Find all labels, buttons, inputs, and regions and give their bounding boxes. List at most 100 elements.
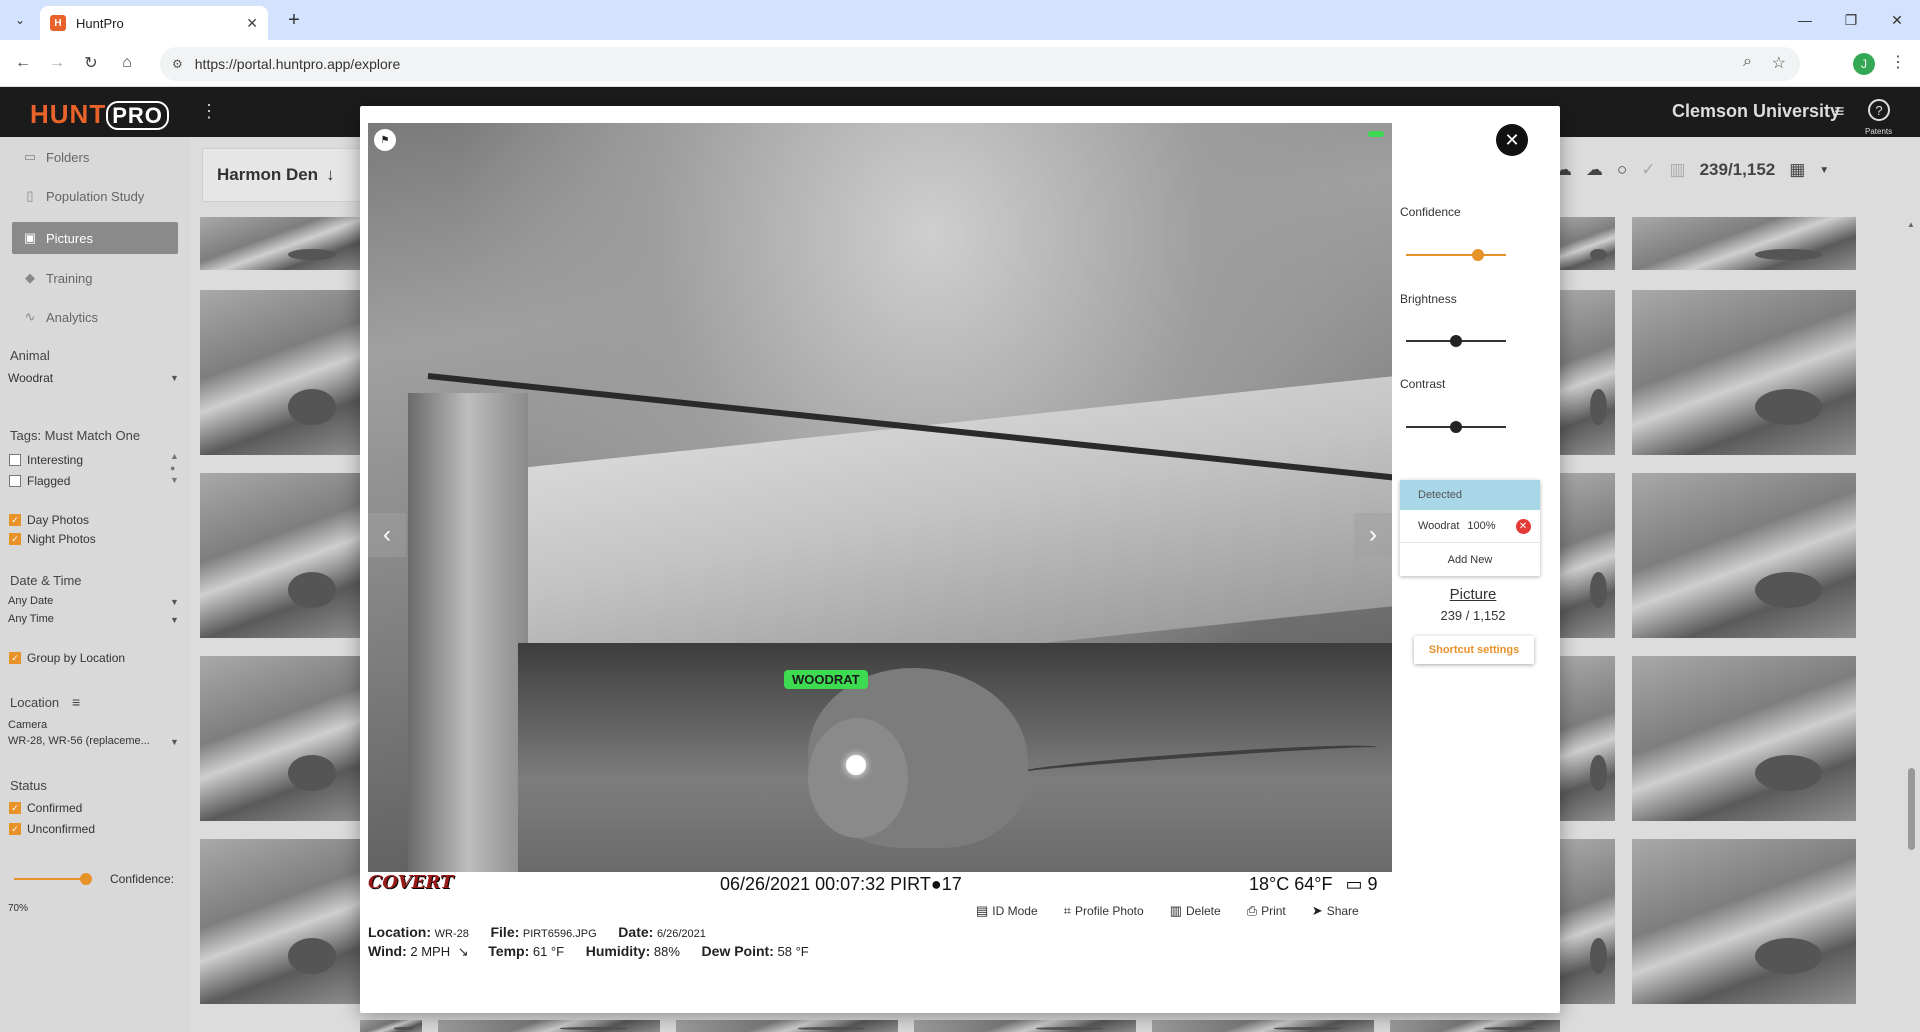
bookmark-star-icon[interactable]: ☆ — [1772, 53, 1786, 73]
organization-name[interactable]: Clemson University — [1672, 101, 1840, 122]
add-new-button[interactable]: Add New — [1400, 543, 1540, 576]
scroll-up-icon[interactable]: ▲ — [1907, 220, 1915, 229]
hamburger-menu-icon[interactable]: ≡ — [1834, 101, 1845, 122]
folder-dropdown[interactable]: Harmon Den ↓ — [202, 148, 362, 202]
photo-thumbnail[interactable] — [200, 839, 360, 1004]
caret-down-icon[interactable]: ▼ — [170, 373, 179, 383]
huntpro-logo[interactable]: HUNT PRO — [30, 99, 169, 130]
caret-down-icon[interactable]: ▼ — [170, 615, 179, 625]
photo-thumbnail[interactable] — [1560, 839, 1615, 1004]
sidebar-item-analytics[interactable]: ∿ Analytics — [12, 301, 178, 333]
delete-button[interactable]: ▥ Delete — [1170, 903, 1221, 919]
camera-select[interactable]: WR-28, WR-56 (replaceme... — [8, 735, 150, 747]
scroll-up-icon[interactable]: ▲ — [170, 451, 179, 461]
photo-thumbnail[interactable] — [1560, 217, 1615, 270]
sidebar-item-population-study[interactable]: ▯ Population Study — [12, 180, 178, 212]
photo-thumbnail[interactable] — [1560, 656, 1615, 821]
gallery-scrollbar[interactable]: ▲ — [1906, 220, 1916, 1030]
confidence-slider-knob[interactable] — [1472, 249, 1484, 261]
sidebar-item-pictures[interactable]: ▣ Pictures — [12, 222, 178, 254]
detected-item[interactable]: Woodrat 100% ✕ — [1400, 510, 1540, 543]
date-select[interactable]: Any Date — [8, 595, 53, 607]
photo-thumbnail[interactable] — [200, 217, 360, 270]
remove-detection-icon[interactable]: ✕ — [1515, 518, 1531, 534]
shortcut-settings-button[interactable]: Shortcut settings — [1414, 636, 1534, 664]
brightness-slider-knob[interactable] — [1450, 335, 1462, 347]
photo-thumbnail[interactable] — [1632, 839, 1856, 1004]
photo-thumbnail[interactable] — [1390, 1020, 1560, 1032]
photo-thumbnail[interactable] — [360, 1020, 422, 1032]
photo-thumbnail[interactable] — [438, 1020, 660, 1032]
photo-thumbnail[interactable] — [200, 290, 360, 455]
photo-thumbnail[interactable] — [200, 656, 360, 821]
photo-thumbnail[interactable] — [1632, 656, 1856, 821]
checkbox[interactable] — [9, 475, 21, 487]
profile-photo-button[interactable]: ⌗ Profile Photo — [1064, 903, 1144, 919]
browser-tab[interactable]: H HuntPro ✕ — [40, 6, 268, 40]
restore-icon[interactable]: ❐ — [1828, 0, 1874, 40]
scroll-handle-icon[interactable]: ● — [170, 463, 175, 473]
sidebar-item-training[interactable]: ◆ Training — [12, 262, 178, 294]
sidebar-item-folders[interactable]: ▭ Folders — [12, 141, 178, 173]
photo-thumbnail[interactable] — [1560, 473, 1615, 638]
circle-select-icon[interactable]: ○ — [1617, 160, 1627, 180]
flag-icon[interactable]: ⚑ — [374, 129, 396, 151]
zoom-icon[interactable]: ⌕ — [1743, 53, 1752, 71]
checkbox[interactable]: ✓ — [9, 802, 21, 814]
home-icon[interactable]: ⌂ — [114, 50, 140, 76]
new-tab-plus-icon[interactable]: + — [280, 6, 308, 34]
profile-avatar[interactable]: J — [1853, 53, 1875, 75]
photo-thumbnail[interactable] — [200, 473, 360, 638]
print-button[interactable]: ⎙ Print — [1247, 903, 1286, 919]
group-by-location-checkbox[interactable]: ✓ Group by Location — [9, 651, 125, 665]
scrollbar-thumb[interactable] — [1908, 768, 1915, 850]
reload-icon[interactable]: ↻ — [78, 50, 104, 76]
night-photos-checkbox[interactable]: ✓ Night Photos — [9, 532, 96, 546]
forward-arrow-icon[interactable]: → — [44, 50, 70, 76]
unconfirmed-checkbox[interactable]: ✓ Unconfirmed — [9, 822, 95, 836]
url-field[interactable]: ⚙ https://portal.huntpro.app/explore ⌕ ☆ — [160, 47, 1800, 81]
browser-menu-icon[interactable]: ⋮ — [1890, 52, 1906, 72]
caret-down-icon[interactable]: ▼ — [1819, 165, 1829, 176]
picture-link[interactable]: Picture — [1400, 586, 1546, 603]
tag-interesting-checkbox[interactable]: Interesting — [9, 453, 83, 467]
scroll-down-icon[interactable]: ▼ — [170, 475, 179, 485]
time-select[interactable]: Any Time — [8, 613, 54, 625]
check-icon[interactable]: ✓ — [1641, 160, 1655, 180]
photo-thumbnail[interactable] — [1632, 473, 1856, 638]
contrast-slider-knob[interactable] — [1450, 421, 1462, 433]
checkbox[interactable]: ✓ — [9, 823, 21, 835]
share-button[interactable]: ➤ Share — [1312, 903, 1359, 919]
app-menu-dots-icon[interactable]: ⋮ — [200, 101, 218, 122]
photo-thumbnail[interactable] — [1560, 290, 1615, 455]
photo-thumbnail[interactable] — [914, 1020, 1136, 1032]
photo-thumbnail[interactable] — [676, 1020, 898, 1032]
checkbox[interactable]: ✓ — [9, 533, 21, 545]
checkbox[interactable]: ✓ — [9, 652, 21, 664]
trash-icon[interactable]: ▥ — [1670, 160, 1686, 180]
cloud-download-icon[interactable]: ☁ — [1586, 160, 1603, 180]
confidence-slider-track[interactable] — [1406, 254, 1506, 256]
id-mode-button[interactable]: ▤ ID Mode — [976, 903, 1038, 919]
tag-flagged-checkbox[interactable]: Flagged — [9, 474, 70, 488]
confidence-slider-knob[interactable] — [79, 873, 92, 885]
day-photos-checkbox[interactable]: ✓ Day Photos — [9, 513, 89, 527]
close-window-icon[interactable]: ✕ — [1874, 0, 1920, 40]
photo-thumbnail[interactable] — [1632, 290, 1856, 455]
tab-close-icon[interactable]: ✕ — [246, 15, 258, 32]
help-icon[interactable]: ? — [1868, 99, 1890, 121]
caret-down-icon[interactable]: ▼ — [170, 597, 179, 607]
back-arrow-icon[interactable]: ← — [10, 50, 36, 76]
tab-list-chevron-icon[interactable]: ⌄ — [8, 8, 32, 32]
photo-thumbnail[interactable] — [1632, 217, 1856, 270]
confirmed-checkbox[interactable]: ✓ Confirmed — [9, 801, 82, 815]
next-photo-chevron-icon[interactable]: › — [1354, 513, 1392, 557]
detection-label[interactable]: WOODRAT — [784, 670, 868, 689]
confidence-slider-track[interactable] — [14, 878, 84, 880]
grid-view-icon[interactable]: ▦ — [1789, 160, 1805, 180]
close-modal-icon[interactable]: ✕ — [1496, 124, 1528, 156]
filter-lines-icon[interactable]: ≡ — [72, 694, 80, 710]
minimize-icon[interactable]: — — [1782, 0, 1828, 40]
site-info-icon[interactable]: ⚙ — [172, 57, 183, 71]
sort-arrow-down-icon[interactable]: ↓ — [326, 165, 335, 185]
